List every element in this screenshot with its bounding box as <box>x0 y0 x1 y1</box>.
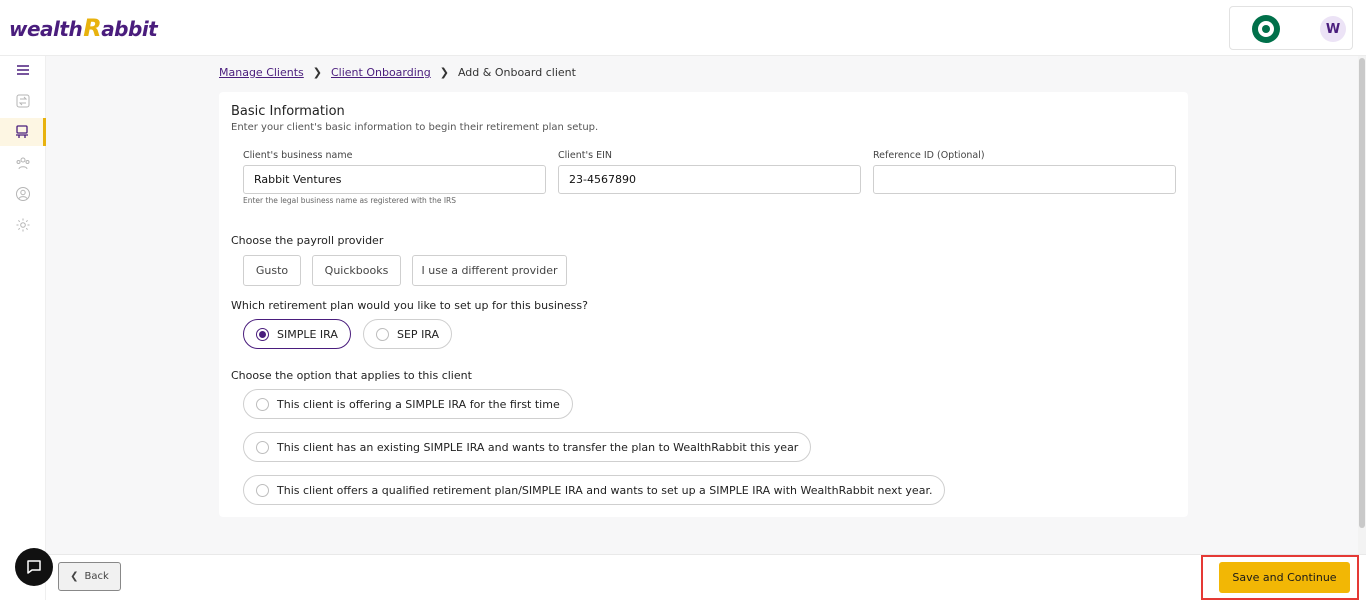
ein-label: Client's EIN <box>558 150 612 161</box>
client-option-first-time[interactable]: This client is offering a SIMPLE IRA for… <box>243 389 573 419</box>
breadcrumb-current: Add & Onboard client <box>457 66 576 79</box>
section-subtitle: Enter your client's basic information to… <box>231 122 599 133</box>
wealthrabbit-logo[interactable]: wealth R abbit <box>9 14 158 42</box>
back-button-label: Back <box>84 571 109 582</box>
business-name-input[interactable]: Rabbit Ventures <box>243 165 546 194</box>
payroll-option-different[interactable]: I use a different provider <box>412 255 567 286</box>
reference-id-label: Reference ID (Optional) <box>873 150 985 161</box>
section-title: Basic Information <box>231 104 345 119</box>
ein-input[interactable]: 23-4567890 <box>558 165 861 194</box>
chevron-right-icon: ❯ <box>439 66 449 79</box>
chat-icon <box>27 560 41 574</box>
basic-information-card: Basic Information Enter your client's ba… <box>219 92 1188 517</box>
logo-suffix: abbit <box>101 17 158 41</box>
client-option-label: This client offers a qualified retiremen… <box>277 483 933 497</box>
payroll-option-quickbooks[interactable]: Quickbooks <box>312 255 401 286</box>
business-name-help: Enter the legal business name as registe… <box>243 196 457 205</box>
plan-option-sep-ira[interactable]: SEP IRA <box>363 319 453 349</box>
plan-option-label: SEP IRA <box>397 327 440 341</box>
radio-empty-icon <box>256 483 269 497</box>
client-option-label: This client is offering a SIMPLE IRA for… <box>277 397 560 411</box>
settings-gear-icon[interactable] <box>0 211 46 239</box>
client-option-question: Choose the option that applies to this c… <box>231 369 472 382</box>
account-switcher[interactable]: W <box>1229 6 1353 50</box>
logo-r: R <box>83 14 102 42</box>
radio-selected-icon <box>256 327 269 341</box>
payroll-option-gusto[interactable]: Gusto <box>243 255 301 286</box>
user-profile-icon[interactable] <box>0 180 46 208</box>
client-option-label: This client has an existing SIMPLE IRA a… <box>277 440 799 454</box>
avatar[interactable]: W <box>1320 16 1346 42</box>
back-button[interactable]: ❮ Back <box>58 562 121 591</box>
radio-empty-icon <box>256 397 269 411</box>
client-option-next-year[interactable]: This client offers a qualified retiremen… <box>243 475 946 505</box>
radio-empty-icon <box>376 327 389 341</box>
breadcrumb: Manage Clients ❯ Client Onboarding ❯ Add… <box>219 66 576 79</box>
breadcrumb-manage-clients[interactable]: Manage Clients <box>219 66 304 79</box>
plan-question: Which retirement plan would you like to … <box>231 299 588 312</box>
chat-button[interactable] <box>15 548 53 586</box>
client-option-transfer[interactable]: This client has an existing SIMPLE IRA a… <box>243 432 812 462</box>
chevron-right-icon: ❯ <box>312 66 322 79</box>
chevron-left-icon: ❮ <box>70 571 79 582</box>
reference-id-input[interactable] <box>873 165 1176 194</box>
business-name-label: Client's business name <box>243 150 353 161</box>
sidebar <box>0 56 46 600</box>
starbucks-logo-icon <box>1252 15 1280 43</box>
menu-icon[interactable] <box>0 56 46 84</box>
plan-option-label: SIMPLE IRA <box>277 327 338 341</box>
transfer-icon[interactable] <box>0 87 46 115</box>
breadcrumb-client-onboarding[interactable]: Client Onboarding <box>331 66 431 79</box>
top-bar: wealth R abbit W <box>0 0 1366 56</box>
plan-option-simple-ira[interactable]: SIMPLE IRA <box>243 319 351 349</box>
radio-empty-icon <box>256 440 269 454</box>
team-icon[interactable] <box>0 149 46 177</box>
save-and-continue-button[interactable]: Save and Continue <box>1219 562 1350 593</box>
logo-prefix: wealth <box>9 17 83 41</box>
scrollbar-thumb[interactable] <box>1359 58 1365 528</box>
payroll-question: Choose the payroll provider <box>231 234 384 247</box>
bottom-action-bar <box>46 554 1366 600</box>
clients-desk-icon[interactable] <box>0 118 46 146</box>
